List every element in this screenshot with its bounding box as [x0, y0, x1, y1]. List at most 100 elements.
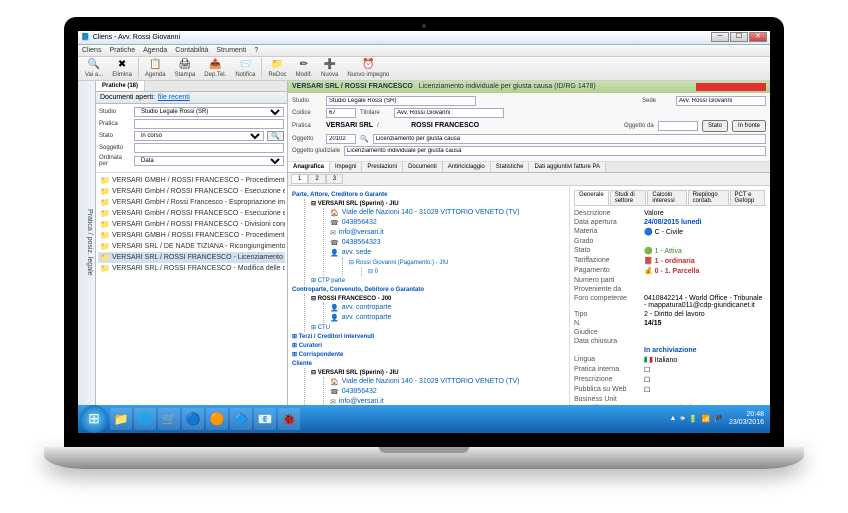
cf-studio[interactable] — [326, 96, 476, 106]
tree-leaf[interactable]: ✉info@versari.it — [330, 397, 565, 405]
recent-files-link[interactable]: file recenti — [158, 94, 190, 101]
tool-edit[interactable]: ✏Modif. — [293, 58, 315, 79]
subtab[interactable]: 1 — [291, 174, 308, 184]
taskbar-app[interactable]: 🔷 — [230, 408, 252, 430]
vertical-sidebar[interactable]: Pratica / posiz. legale — [78, 81, 96, 405]
cf-oggetto[interactable] — [373, 134, 766, 144]
tool-redoc[interactable]: 📁ReDoc — [265, 58, 289, 79]
taskbar-app[interactable]: 🛒 — [158, 408, 180, 430]
minimize-button[interactable]: ─ — [711, 32, 729, 42]
lookup-icon[interactable]: 🔍 — [360, 135, 369, 143]
detail-tab[interactable]: Antiriciclaggio — [443, 162, 491, 172]
prop-tab[interactable]: Studi di settore — [610, 190, 647, 205]
tool-new-task[interactable]: ⏰Nuovo impegno — [344, 58, 392, 79]
tool-notify[interactable]: 📨Notifica — [232, 58, 258, 79]
tree-section[interactable]: Cliente — [292, 359, 565, 368]
menu-item[interactable]: Agenda — [143, 47, 167, 54]
tab-pratiche[interactable]: Pratiche (18) — [96, 81, 145, 91]
tree-leaf[interactable]: 👤avv. controparte — [330, 313, 565, 323]
tool-goto[interactable]: 🔍Vai a... — [82, 58, 106, 79]
prop-tab[interactable]: PCT e Gefopp — [730, 190, 765, 205]
tray-icon[interactable]: 🕪 — [680, 415, 684, 423]
case-item[interactable]: 📁VERSARI GmbH / Rossi Francesco - Esprop… — [98, 197, 285, 208]
tree-leaf[interactable]: ☎043856432 — [330, 387, 565, 397]
cf-codice[interactable] — [326, 108, 356, 118]
tool-print[interactable]: 🖨Stampa — [172, 58, 199, 79]
case-item[interactable]: 📁VERSARI GMBH / ROSSI FRANCESCO - Proced… — [98, 230, 285, 241]
detail-tab[interactable]: Prestazioni — [362, 162, 403, 172]
tool-new[interactable]: ➕Nuova — [318, 58, 341, 79]
detail-tab[interactable]: Documenti — [403, 162, 443, 172]
taskbar-app[interactable]: 🌐 — [134, 408, 156, 430]
tree-leaf[interactable]: ☎0438564323 — [330, 238, 565, 248]
tree-party[interactable]: ⊟ VERSARI SRL (Sperini) - JIU — [311, 368, 565, 377]
menu-item[interactable]: ? — [254, 47, 258, 54]
taskbar-app[interactable]: 📧 — [254, 408, 276, 430]
cf-titolare[interactable] — [394, 108, 504, 118]
tree-section[interactable]: ⊞ Corrispondente — [292, 350, 565, 359]
tree-section[interactable]: ⊞ Terzi / Creditori intervenuti — [292, 332, 565, 341]
case-item[interactable]: 📁VERSARI GmbH / ROSSI FRANCESCO - Esecuz… — [98, 208, 285, 219]
detail-tab[interactable]: Impegni — [330, 162, 362, 172]
maximize-button[interactable]: ☐ — [730, 32, 748, 42]
prop-tab[interactable]: Generale — [574, 190, 609, 205]
clock[interactable]: 20:4823/03/2016 — [729, 411, 764, 426]
search-btn[interactable]: 🔍 — [267, 131, 284, 141]
tray-icon[interactable]: 🔋 — [689, 415, 698, 423]
tree-party[interactable]: ⊟ ROSSI FRANCESCO - J00 — [311, 294, 565, 303]
tree-section[interactable]: Parte, Attore, Creditore o Garante — [292, 190, 565, 199]
menu-item[interactable]: Contabilità — [175, 47, 208, 54]
stato-select[interactable]: in corso — [134, 131, 264, 141]
tree-party[interactable]: ⊟ VERSARI SRL (Sperini) - JIU — [311, 199, 565, 208]
taskbar-app[interactable]: 🐞 — [278, 408, 300, 430]
menu-item[interactable]: Cliens — [82, 47, 101, 54]
fronte-button[interactable]: In fronte — [732, 120, 766, 132]
case-item[interactable]: 📁VERSARI SRL / ROSSI FRANCESCO - Modific… — [98, 263, 285, 274]
case-item[interactable]: 📁VERSARI GmbH / ROSSI FRANCESCO - Esecuz… — [98, 186, 285, 197]
menu-item[interactable]: Strumenti — [216, 47, 246, 54]
tree-leaf[interactable]: ✉info@versari.it — [330, 228, 565, 238]
tool-delete[interactable]: ✖Elimina — [109, 58, 135, 79]
tree-leaf[interactable]: 👤avv. controparte — [330, 303, 565, 313]
tree-leaf[interactable]: ☎043856432 — [330, 218, 565, 228]
tool-deptel[interactable]: 📤Dep.Tel. — [201, 58, 229, 79]
prop-tab[interactable]: Calcolo interessi — [647, 190, 686, 205]
subtab[interactable]: 3 — [326, 174, 343, 184]
cf-oggda[interactable] — [658, 121, 698, 131]
pratica-input[interactable] — [134, 119, 284, 129]
cf-ogg-giud[interactable] — [344, 146, 766, 156]
tray-icon[interactable]: ▲ — [669, 415, 676, 423]
tree-leaf[interactable]: ⊞ CTP parte — [311, 276, 565, 285]
detail-tab[interactable]: Statistiche — [491, 162, 530, 172]
tree-leaf[interactable]: ⊞ CTU — [311, 323, 565, 332]
detail-tab[interactable]: Anagrafica — [288, 162, 330, 172]
taskbar-app[interactable]: 🔵 — [182, 408, 204, 430]
cf-oggcode[interactable] — [326, 134, 356, 144]
tool-agenda[interactable]: 📋Agenda — [142, 58, 169, 79]
tree-leaf[interactable]: ⊟ 0 — [368, 267, 565, 276]
case-item[interactable]: 📁VERSARI GmbH / ROSSI FRANCESCO - Divisi… — [98, 219, 285, 230]
close-button[interactable]: ✕ — [749, 32, 767, 42]
soggetto-input[interactable] — [134, 143, 284, 153]
case-item[interactable]: 📁VERSARI GMBH / ROSSI FRANCESCO - Proced… — [98, 175, 285, 186]
tray-icon[interactable]: 🏴 — [714, 415, 723, 423]
tree-section[interactable]: Controparte, Convenuto, Debitore o Garan… — [292, 285, 565, 294]
detail-tab[interactable]: Dati aggiuntivi fatture PA — [529, 162, 606, 172]
tray-icon[interactable]: 📶 — [702, 415, 711, 423]
prop-tab[interactable]: Riepilogo contab. — [688, 190, 729, 205]
subtab[interactable]: 2 — [308, 174, 325, 184]
studio-select[interactable]: Studio Legale Rossi (SR) — [134, 107, 284, 117]
tree-leaf[interactable]: 🏠Viale delle Nazioni 140 - 31029 VITTORI… — [330, 208, 565, 218]
cf-sede[interactable] — [676, 96, 766, 106]
start-button[interactable]: ⊞ — [80, 405, 108, 433]
taskbar-app[interactable]: 🟠 — [206, 408, 228, 430]
order-select[interactable]: Data — [134, 156, 284, 166]
tree-section[interactable]: ⊞ Curatori — [292, 341, 565, 350]
tree-leaf[interactable]: ⊟ Rossi Giovanni (Pagamento:) - JIU — [349, 258, 565, 267]
case-item[interactable]: 📁VERSARI SRL / DE NADE TIZIANA - Ricongi… — [98, 241, 285, 252]
stato-button[interactable]: Stato — [702, 120, 728, 132]
menu-item[interactable]: Pratiche — [109, 47, 135, 54]
case-item[interactable]: 📁VERSARI SRL / ROSSI FRANCESCO - Licenzi… — [98, 252, 285, 263]
tree-leaf[interactable]: 🏠Viale delle Nazioni 140 - 31029 VITTORI… — [330, 377, 565, 387]
taskbar-app[interactable]: 📁 — [110, 408, 132, 430]
